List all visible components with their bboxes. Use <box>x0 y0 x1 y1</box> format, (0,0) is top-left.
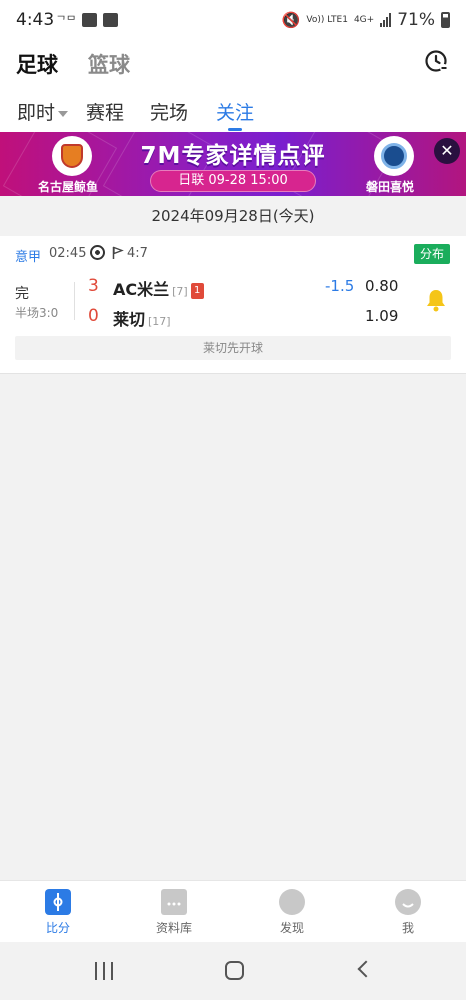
nav-score-label: 比分 <box>45 921 70 935</box>
nav-me[interactable]: 我 <box>368 889 448 936</box>
tab-finished[interactable]: 完场 <box>150 98 188 125</box>
home-team-name: AC米兰 <box>113 280 170 299</box>
football-icon <box>90 245 105 260</box>
corner-count: 4:7 <box>127 246 148 261</box>
carrier-label: ᄀᄆ <box>56 14 77 27</box>
kickoff-time: 02:45 <box>49 246 87 261</box>
promo-banner[interactable]: 7M专家详情点评 日联 09-28 15:00 名古屋鲸鱼 磐田喜悦 ✕ <box>0 132 466 196</box>
banner-match-info: 日联 09-28 15:00 <box>150 170 316 192</box>
network-4g-label: 4G+ <box>353 14 375 25</box>
tab-following[interactable]: 关注 <box>216 98 254 125</box>
battery-percent: 71% <box>397 10 435 30</box>
match-card[interactable]: 意甲 02:45 4:7 分布 完 半场3:0 3 AC米兰 [7] 1 0 莱切[… <box>0 236 466 374</box>
close-banner-button[interactable]: ✕ <box>434 138 460 164</box>
away-team: 莱切 [17] <box>113 306 171 330</box>
away-team-name: 莱切 <box>113 310 146 329</box>
status-left-icons: ᄀᄆ <box>56 12 119 28</box>
nav-score[interactable]: 比分 <box>18 889 98 936</box>
nav-me-label: 我 <box>401 921 414 935</box>
back-button[interactable] <box>357 960 375 978</box>
half-time-score: 半场3:0 <box>15 306 59 320</box>
bell-icon[interactable] <box>425 288 447 312</box>
status-right-icons: 🔇 Vo)) LTE1 4G+ 71% <box>282 10 450 30</box>
signal-icon <box>380 13 392 27</box>
folder-icon <box>161 889 187 915</box>
away-odds: 1.09 <box>365 307 399 325</box>
mute-icon: 🔇 <box>281 11 301 29</box>
banner-home-team: 名古屋鲸鱼 <box>38 180 99 194</box>
away-team-rank: [17] <box>148 315 171 328</box>
red-card-badge: 1 <box>190 283 204 299</box>
away-score: 0 <box>88 306 99 326</box>
basketball-tab[interactable]: 篮球 <box>88 49 130 79</box>
tab-live-label: 即时 <box>17 102 56 124</box>
home-odds: 0.80 <box>365 277 399 295</box>
system-navigation-bar <box>0 942 466 1000</box>
corner-flag-icon <box>112 246 124 259</box>
distribution-button[interactable]: 分布 <box>413 244 450 264</box>
status-time: 4:43 <box>16 10 55 30</box>
bottom-navigation: 比分 资料库 发现 我 <box>0 880 466 942</box>
match-tabs: 即时 赛程 完场 关注 <box>0 88 466 132</box>
league-name: 意甲 <box>15 250 42 265</box>
profile-icon <box>395 889 421 915</box>
divider <box>74 282 75 320</box>
nav-database-label: 资料库 <box>155 921 192 935</box>
dropdown-caret-icon <box>58 110 69 117</box>
home-team-rank: [7] <box>172 285 188 298</box>
date-header: 2024年09月28日(今天) <box>0 196 466 236</box>
status-bar: 4:43 ᄀᄆ 🔇 Vo)) LTE1 4G+ 71% <box>0 0 466 40</box>
match-status: 完 <box>15 286 29 302</box>
discover-icon <box>279 889 305 915</box>
handicap-value: -1.5 <box>325 277 355 295</box>
active-tab-indicator <box>228 128 242 131</box>
tab-live[interactable]: 即时 <box>17 98 69 125</box>
home-team: AC米兰 [7] 1 <box>113 276 204 300</box>
history-clock-icon[interactable] <box>424 48 450 74</box>
check-notification-icon <box>103 13 119 27</box>
tab-schedule[interactable]: 赛程 <box>86 98 124 125</box>
image-notification-icon <box>82 13 98 27</box>
nav-discover-label: 发现 <box>279 921 304 935</box>
banner-title: 7M专家详情点评 <box>140 143 326 169</box>
home-button[interactable] <box>225 961 244 980</box>
volte-label: Vo)) LTE1 <box>306 14 348 25</box>
kickoff-note: 莱切先开球 <box>15 336 451 360</box>
recent-apps-button[interactable] <box>95 962 115 980</box>
score-icon <box>45 889 71 915</box>
app-header: 足球 篮球 <box>0 40 466 88</box>
battery-icon <box>441 12 450 28</box>
football-tab[interactable]: 足球 <box>16 49 58 79</box>
nav-database[interactable]: 资料库 <box>134 889 214 936</box>
nav-discover[interactable]: 发现 <box>252 889 332 936</box>
home-score: 3 <box>88 276 99 296</box>
banner-away-team: 磐田喜悦 <box>366 180 415 194</box>
